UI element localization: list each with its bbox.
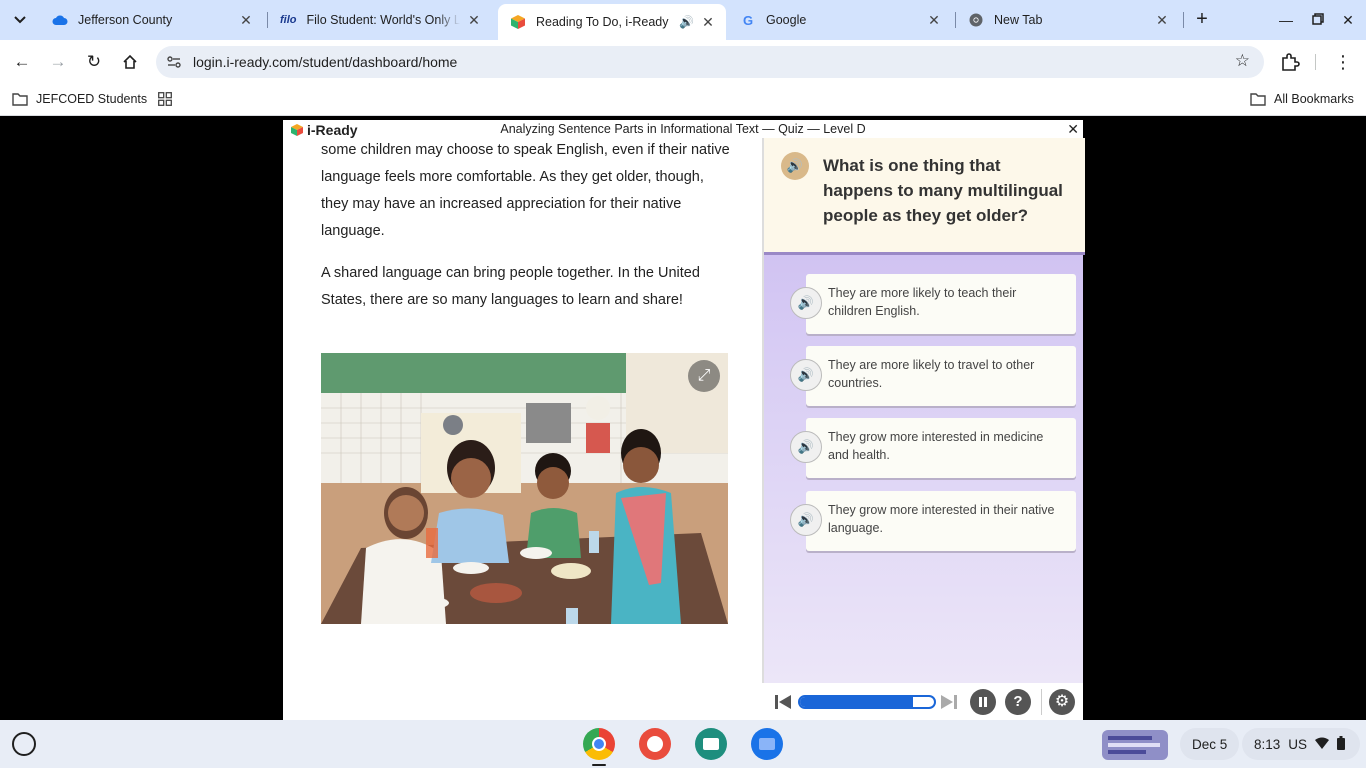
answer-speaker-icon[interactable]: 🔊	[790, 431, 822, 463]
settings-gear-icon[interactable]: ⚙	[1049, 689, 1075, 715]
answer-option-2[interactable]: They are more likely to travel to other …	[806, 346, 1076, 406]
date-text: Dec 5	[1192, 736, 1228, 752]
back-icon[interactable]: ←	[8, 48, 36, 76]
close-lesson-icon[interactable]: ✕	[1067, 121, 1079, 138]
canvas-paint-app-icon[interactable]	[639, 728, 671, 760]
chrome-app-icon[interactable]	[583, 728, 615, 760]
google-icon: G	[742, 12, 754, 28]
minimize-icon[interactable]: —	[1272, 6, 1300, 34]
new-tab-plus-icon[interactable]: +	[1190, 8, 1214, 32]
filo-logo: filo	[280, 14, 297, 26]
running-indicator	[592, 764, 606, 766]
answer-text: They grow more interested in medicine an…	[828, 430, 1044, 462]
question-box: 🔊 What is one thing that happens to many…	[764, 138, 1085, 255]
apps-grid-icon[interactable]	[158, 92, 172, 106]
tab-title: Google	[766, 13, 807, 27]
tab-filo-student[interactable]: filo Filo Student: World's Only Live ✕	[268, 0, 492, 40]
tab-title: Filo Student: World's Only Live	[306, 13, 461, 27]
question-text: What is one thing that happens to many m…	[823, 156, 1063, 225]
folder-icon	[1250, 93, 1266, 106]
tab-new-tab[interactable]: New Tab ✕	[956, 0, 1180, 40]
tab-jefferson-county[interactable]: Jefferson County ✕	[40, 0, 264, 40]
status-tray[interactable]: 8:13 US	[1242, 728, 1360, 760]
expand-image-icon[interactable]: ⤢	[688, 360, 720, 392]
url-text: login.i-ready.com/student/dashboard/home	[193, 54, 458, 70]
extensions-icon[interactable]	[1280, 48, 1302, 76]
answer-text: They are more likely to travel to other …	[828, 358, 1035, 390]
address-bar[interactable]: login.i-ready.com/student/dashboard/home…	[156, 46, 1264, 78]
tab-close-icon[interactable]: ✕	[466, 12, 482, 29]
home-icon[interactable]	[116, 48, 144, 76]
bookmark-folder-jefcoed[interactable]: JEFCOED Students	[12, 92, 147, 106]
answer-speaker-icon[interactable]: 🔊	[790, 359, 822, 391]
family-dinner-illustration	[321, 353, 728, 624]
answer-option-4[interactable]: They grow more interested in their nativ…	[806, 491, 1076, 551]
tab-close-icon[interactable]: ✕	[238, 12, 254, 29]
bookmark-label: JEFCOED Students	[36, 92, 148, 106]
tab-close-icon[interactable]: ✕	[926, 12, 942, 29]
player-divider	[1041, 689, 1042, 715]
cloud-icon	[52, 12, 68, 28]
passage-paragraph: some children may choose to speak Englis…	[321, 142, 730, 239]
answer-text: They grow more interested in their nativ…	[828, 503, 1055, 535]
site-settings-icon[interactable]	[166, 54, 182, 70]
passage-paragraph: A shared language can bring people toget…	[321, 265, 700, 308]
bookmark-star-icon[interactable]: ☆	[1235, 51, 1250, 71]
reading-passage: some children may choose to speak Englis…	[321, 137, 731, 329]
all-bookmarks-button[interactable]: All Bookmarks	[1250, 92, 1354, 106]
tab-title: Jefferson County	[78, 13, 173, 27]
os-shelf: Dec 5 8:13 US	[0, 720, 1366, 768]
answer-text: They are more likely to teach their chil…	[828, 286, 1017, 318]
help-icon[interactable]: ?	[1005, 689, 1031, 715]
tab-audio-speaker-icon[interactable]: 🔊	[679, 15, 694, 29]
holding-space-thumbnail[interactable]	[1102, 730, 1168, 760]
wifi-icon	[1315, 737, 1330, 752]
question-speaker-icon[interactable]: 🔊	[781, 152, 809, 180]
answer-speaker-icon[interactable]: 🔊	[790, 504, 822, 536]
skip-forward-icon[interactable]	[940, 689, 958, 716]
bookmark-label: All Bookmarks	[1274, 92, 1354, 106]
audio-progress-fill	[800, 697, 913, 707]
tab-iready[interactable]: Reading To Do, i-Ready 🔊 ✕	[498, 4, 726, 40]
browser-toolbar: ← → ↻ login.i-ready.com/student/dashboar…	[0, 40, 1366, 84]
question-panel: 🔊 What is one thing that happens to many…	[762, 138, 1085, 683]
launcher-icon[interactable]	[12, 732, 36, 756]
reload-icon[interactable]: ↻	[80, 48, 108, 76]
tab-google[interactable]: G Google ✕	[728, 0, 952, 40]
tab-search-chevron-icon[interactable]	[8, 8, 32, 32]
more-menu-icon[interactable]: ⋮	[1332, 48, 1354, 76]
files-app-icon[interactable]	[751, 728, 783, 760]
skip-back-icon[interactable]	[774, 689, 792, 716]
locale-text: US	[1288, 736, 1308, 752]
quiz-title: Analyzing Sentence Parts in Informationa…	[500, 122, 866, 136]
pause-icon[interactable]	[970, 689, 996, 715]
audio-progress-bar[interactable]	[798, 695, 936, 709]
audio-player: ? ⚙	[762, 683, 1083, 720]
tab-strip: Jefferson County ✕ filo Filo Student: Wo…	[0, 0, 1366, 40]
close-window-icon[interactable]: ✕	[1334, 6, 1362, 34]
folder-icon	[12, 93, 28, 106]
answer-option-3[interactable]: They grow more interested in medicine an…	[806, 418, 1076, 478]
restore-icon[interactable]	[1304, 6, 1332, 34]
time-text: 8:13	[1254, 736, 1281, 752]
tab-close-icon[interactable]: ✕	[1154, 12, 1170, 29]
iready-lesson-stage: i-Ready Analyzing Sentence Parts in Info…	[283, 120, 1085, 720]
tab-close-icon[interactable]: ✕	[700, 14, 716, 31]
date-tray[interactable]: Dec 5	[1180, 728, 1240, 760]
classroom-app-icon[interactable]	[695, 728, 727, 760]
answer-speaker-icon[interactable]: 🔊	[790, 287, 822, 319]
forward-icon[interactable]: →	[44, 48, 72, 76]
tab-title: New Tab	[994, 13, 1043, 27]
bookmarks-bar: JEFCOED Students All Bookmarks	[0, 84, 1366, 116]
chrome-icon	[968, 12, 984, 28]
tab-title: Reading To Do, i-Ready	[536, 15, 669, 29]
tab-divider	[1183, 12, 1184, 28]
iready-cube-icon	[510, 14, 526, 30]
toolbar-divider	[1315, 54, 1316, 70]
battery-icon	[1337, 735, 1346, 753]
answer-option-1[interactable]: They are more likely to teach their chil…	[806, 274, 1076, 334]
